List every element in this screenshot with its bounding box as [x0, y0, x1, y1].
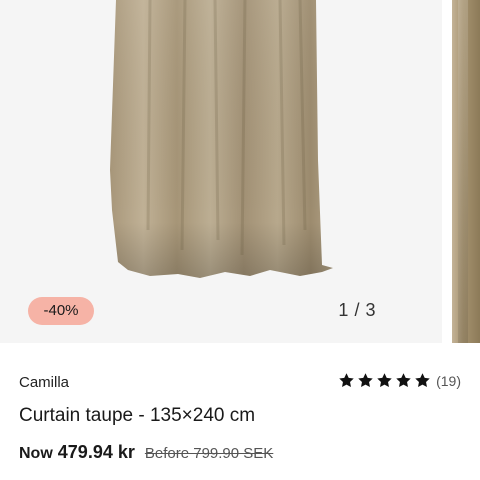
brand-name[interactable]: Camilla — [19, 374, 69, 391]
rating[interactable]: (19) — [338, 372, 461, 389]
star-icon — [396, 373, 411, 388]
star-icon — [415, 373, 430, 388]
image-counter-total: 3 — [365, 300, 376, 320]
product-image[interactable]: -40% 1 / 3 — [0, 0, 442, 343]
image-counter: 1 / 3 — [338, 300, 376, 321]
star-icon — [339, 373, 354, 388]
price-label: Now — [19, 445, 53, 462]
before-price: Before 799.90 SEK — [144, 445, 274, 462]
curtain-image — [110, 0, 333, 278]
next-image-preview[interactable] — [452, 0, 480, 343]
image-counter-separator: / — [354, 300, 360, 320]
star-icon — [358, 373, 373, 388]
image-counter-current: 1 — [338, 300, 349, 320]
review-count[interactable]: (19) — [436, 373, 461, 389]
star-icon — [377, 373, 392, 388]
price-row: Now 479.94 kr Before 799.90 SEK — [19, 442, 273, 463]
current-price: 479.94 kr — [57, 442, 135, 462]
star-rating — [338, 372, 431, 389]
product-image-gallery[interactable]: -40% 1 / 3 — [0, 0, 480, 343]
product-title: Curtain taupe - 135×240 cm — [19, 405, 256, 426]
discount-badge: -40% — [28, 297, 94, 325]
